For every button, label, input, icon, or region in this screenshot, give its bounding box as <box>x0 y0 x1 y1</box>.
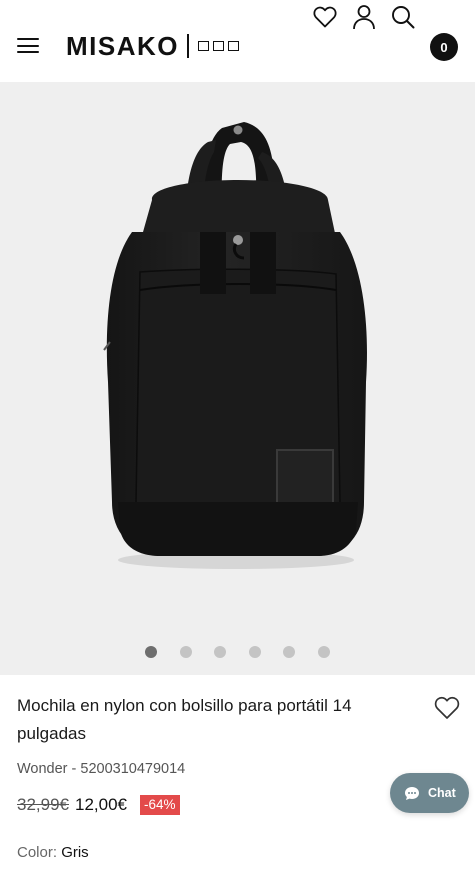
color-selector: Color: Gris <box>17 843 89 863</box>
gallery-dots <box>0 646 475 660</box>
color-label: Color: <box>17 844 58 861</box>
price-row: 32,99€ 12,00€ -64% <box>17 793 180 817</box>
product-image <box>103 122 367 569</box>
gallery-dot-2[interactable] <box>180 646 192 658</box>
site-header: MISAKO 0 <box>0 0 475 82</box>
logo-text: MISAKO <box>66 31 179 61</box>
site-logo[interactable]: MISAKO <box>66 30 239 62</box>
chat-bubble-icon <box>405 786 419 800</box>
search-icon[interactable] <box>388 0 418 34</box>
menu-icon[interactable] <box>17 38 39 54</box>
discount-badge: -64% <box>140 795 180 815</box>
wishlist-heart-icon[interactable] <box>434 696 460 720</box>
color-value: Gris <box>61 844 89 861</box>
user-icon[interactable] <box>349 0 379 34</box>
cart-count: 0 <box>440 39 448 55</box>
gallery-dot-3[interactable] <box>214 646 226 658</box>
heart-icon[interactable] <box>310 0 340 34</box>
gallery-dot-4[interactable] <box>249 646 261 658</box>
current-price: 12,00€ <box>75 795 127 814</box>
product-gallery[interactable] <box>0 82 475 675</box>
chat-label: Chat <box>428 786 456 800</box>
logo-mark <box>197 41 239 51</box>
gallery-dot-6[interactable] <box>318 646 330 658</box>
gallery-dot-1[interactable] <box>145 646 157 658</box>
cart-button[interactable]: 0 <box>430 33 458 61</box>
gallery-dot-5[interactable] <box>283 646 295 658</box>
old-price: 32,99€ <box>17 795 69 814</box>
product-brand-sku: Wonder - 5200310479014 <box>17 761 186 777</box>
logo-divider <box>187 34 189 58</box>
product-title: Mochila en nylon con bolsillo para portá… <box>17 696 352 743</box>
chat-button[interactable]: Chat <box>390 773 469 813</box>
